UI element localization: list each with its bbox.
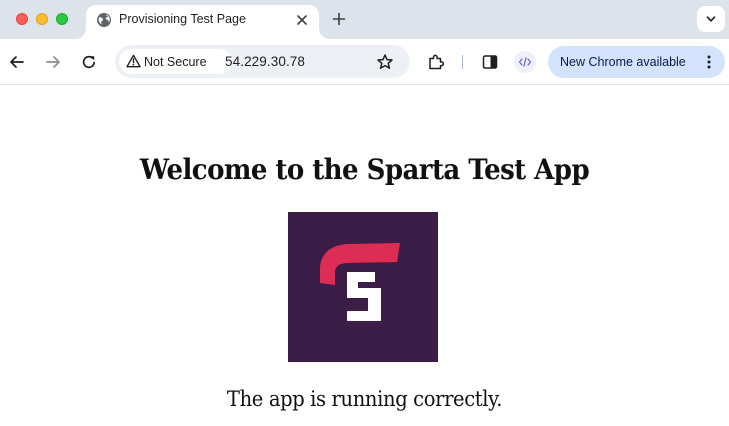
side-panel-icon[interactable] xyxy=(481,53,499,71)
reload-icon[interactable] xyxy=(80,53,98,71)
window-minimize-button[interactable] xyxy=(36,13,48,25)
globe-icon xyxy=(97,13,111,27)
warning-triangle-icon xyxy=(126,54,141,68)
kebab-menu-icon[interactable] xyxy=(703,54,715,70)
plus-icon[interactable] xyxy=(330,10,348,28)
tab-title: Provisioning Test Page xyxy=(119,12,246,26)
window-close-button[interactable] xyxy=(16,13,28,25)
arrow-left-icon[interactable] xyxy=(8,53,26,71)
security-label: Not Secure xyxy=(144,55,207,69)
address-bar[interactable]: Not Secure 54.229.30.78 xyxy=(115,45,410,78)
star-icon[interactable] xyxy=(376,53,394,71)
toolbar-divider xyxy=(462,55,463,69)
code-icon[interactable] xyxy=(514,51,536,73)
arrow-right-icon[interactable] xyxy=(44,53,62,71)
page-content: Welcome to the Sparta Test App The app i… xyxy=(0,86,729,426)
update-chrome-label: New Chrome available xyxy=(560,55,686,69)
update-chrome-button[interactable]: New Chrome available xyxy=(548,46,725,78)
puzzle-icon[interactable] xyxy=(427,53,445,71)
tab-strip: Provisioning Test Page xyxy=(0,0,729,39)
status-message: The app is running correctly. xyxy=(226,387,503,411)
page-title: Welcome to the Sparta Test App xyxy=(139,153,590,186)
window-maximize-button[interactable] xyxy=(56,13,68,25)
code-glyph xyxy=(518,57,532,67)
close-icon[interactable] xyxy=(293,11,311,29)
url-text[interactable]: 54.229.30.78 xyxy=(225,54,305,69)
tab-search-button[interactable] xyxy=(697,6,725,32)
browser-toolbar: Not Secure 54.229.30.78 New Chrome avail… xyxy=(0,39,729,85)
sparta-logo-mark xyxy=(320,243,400,321)
tab-provisioning-test-page[interactable]: Provisioning Test Page xyxy=(76,5,329,39)
security-indicator[interactable]: Not Secure xyxy=(119,49,232,74)
sparta-logo xyxy=(288,212,438,362)
chevron-down-icon xyxy=(706,16,716,22)
